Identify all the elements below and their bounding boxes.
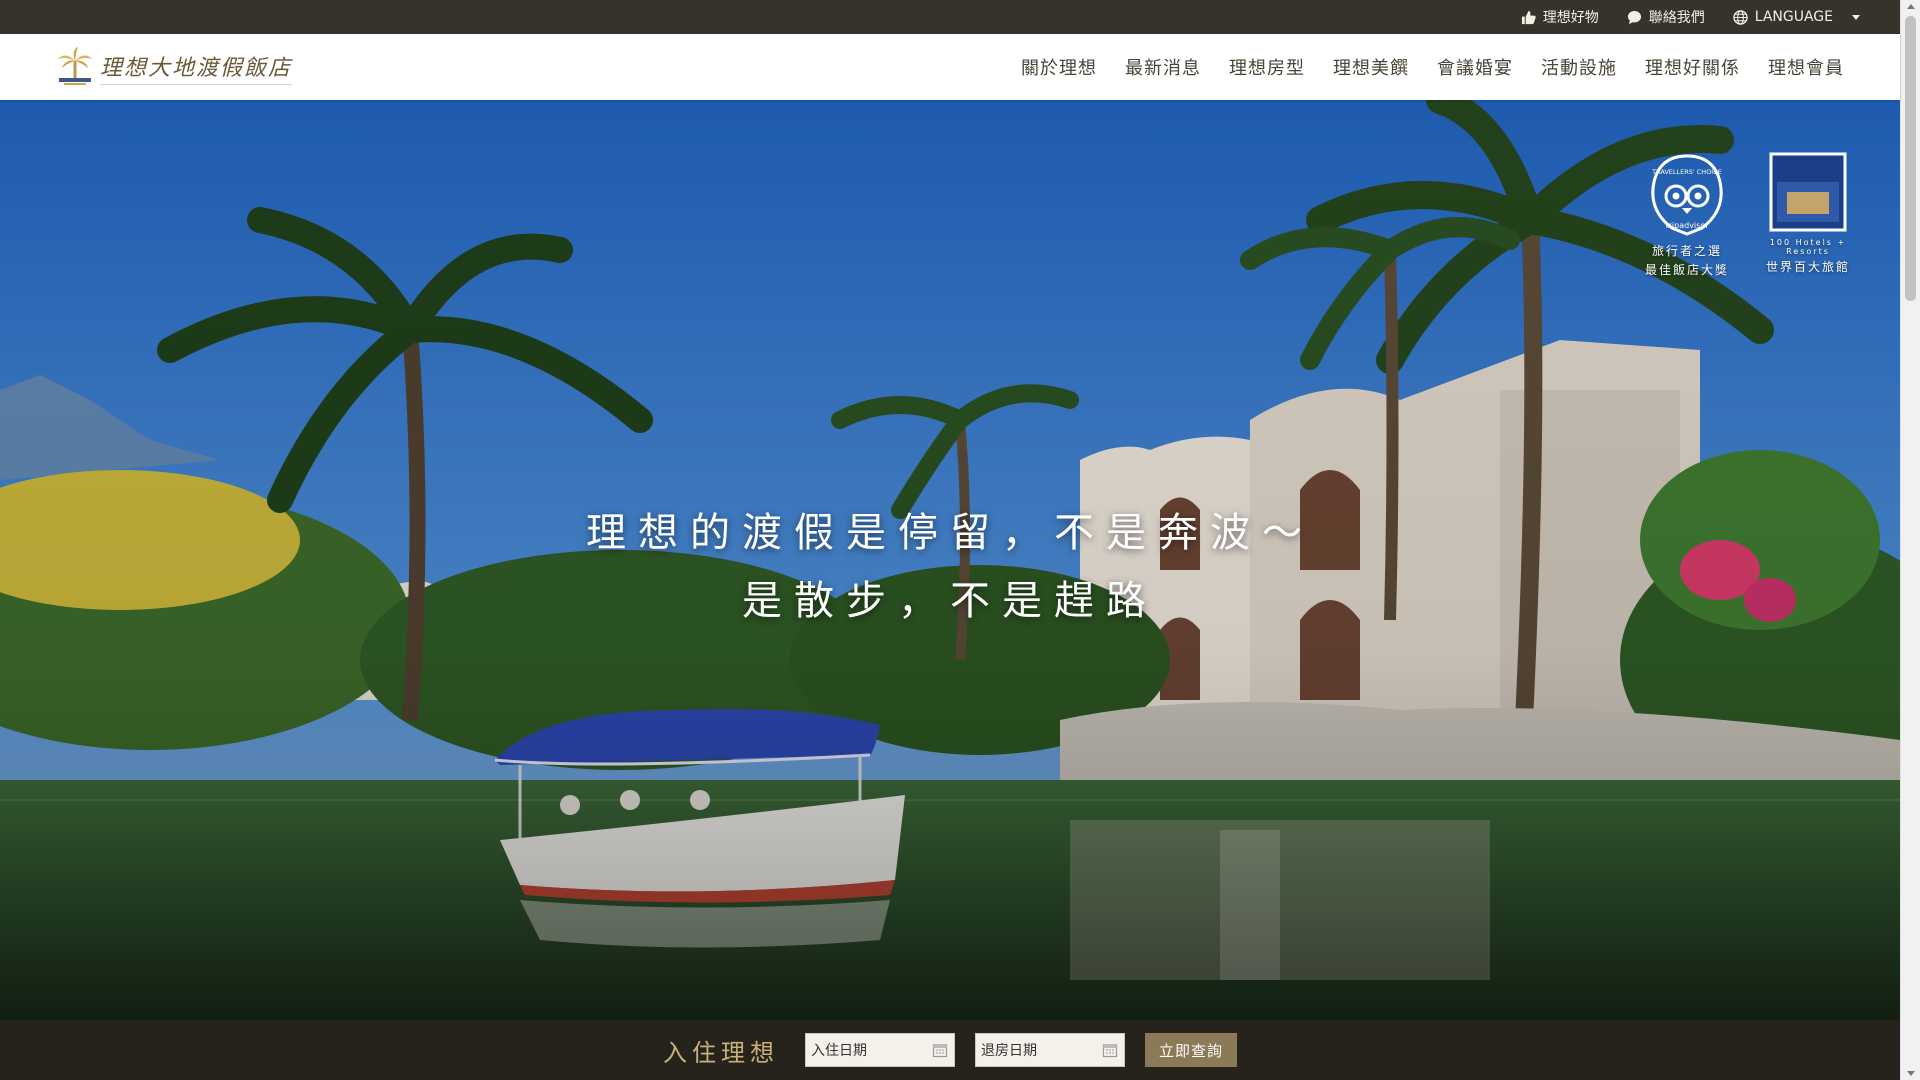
logo-text: 理想大地渡假飯店	[100, 50, 293, 85]
main-nav: 關於理想 最新消息 理想房型 理想美饌 會議婚宴 活動設施 理想好關係 理想會員	[1007, 54, 1858, 80]
booking-bar: 入住理想 入住日期 退房日期 立即查詢	[0, 1020, 1900, 1080]
award-caption: 世界百大旅館	[1765, 260, 1850, 274]
palm-logo-icon	[58, 47, 92, 85]
search-availability-button[interactable]: 立即查詢	[1144, 1033, 1237, 1067]
award-caption-line1: 旅行者之選	[1651, 244, 1722, 258]
nav-meetings-weddings[interactable]: 會議婚宴	[1423, 54, 1527, 80]
contact-link[interactable]: 聯絡我們	[1627, 7, 1705, 27]
booking-title: 入住理想	[662, 1038, 779, 1067]
hero-tagline-line2: 是散步，不是趕路	[742, 578, 1158, 624]
scroll-down-arrow-icon[interactable]	[1907, 1071, 1915, 1076]
nav-news[interactable]: 最新消息	[1111, 54, 1215, 80]
site-logo[interactable]: 理想大地渡假飯店	[56, 47, 293, 87]
calendar-icon	[1102, 1044, 1118, 1058]
utility-bar: 理想好物 聯絡我們 LANGUAGE	[0, 0, 1900, 34]
top-100-hotels-award[interactable]: 100 Hotels + Resorts 世界百大旅館	[1753, 152, 1863, 275]
language-dropdown[interactable]: LANGUAGE	[1732, 9, 1860, 25]
shop-link-label: 理想好物	[1542, 10, 1599, 26]
checkin-placeholder: 入住日期	[810, 1043, 867, 1059]
scrollbar-thumb[interactable]	[1905, 16, 1916, 301]
nav-partners[interactable]: 理想好關係	[1631, 54, 1754, 80]
chat-bubble-icon	[1627, 10, 1641, 24]
hero-banner: 理想的渡假是停留，不是奔波～ 是散步，不是趕路 TRAVELLERS' CHOI…	[0, 100, 1900, 1020]
scroll-up-arrow-icon[interactable]	[1907, 4, 1915, 9]
travellers-choice-award[interactable]: TRAVELLERS' CHOICE tripadvisor 旅行者之選 最佳飯…	[1632, 152, 1742, 278]
contact-link-label: 聯絡我們	[1648, 10, 1705, 26]
top-100-book-badge-icon	[1769, 152, 1847, 232]
hero-tagline-line1: 理想的渡假是停留，不是奔波～	[586, 510, 1314, 556]
checkin-date-field[interactable]: 入住日期	[804, 1033, 955, 1067]
nav-dining[interactable]: 理想美饌	[1319, 54, 1423, 80]
checkout-placeholder: 退房日期	[980, 1043, 1037, 1059]
calendar-icon	[932, 1044, 948, 1058]
language-label: LANGUAGE	[1754, 9, 1833, 25]
shop-link[interactable]: 理想好物	[1521, 7, 1599, 27]
nav-about[interactable]: 關於理想	[1007, 54, 1111, 80]
award-brand: tripadvisor	[1665, 221, 1709, 230]
main-header: 理想大地渡假飯店 關於理想 最新消息 理想房型 理想美饌 會議婚宴 活動設施 理…	[0, 34, 1900, 100]
nav-rooms[interactable]: 理想房型	[1215, 54, 1319, 80]
tripadvisor-owl-badge-icon: TRAVELLERS' CHOICE tripadvisor	[1651, 154, 1723, 236]
chevron-down-icon	[1852, 14, 1860, 20]
nav-facilities[interactable]: 活動設施	[1527, 54, 1631, 80]
award-badge-text: 100 Hotels + Resorts	[1769, 238, 1847, 256]
page-scrollbar[interactable]	[1900, 0, 1920, 1080]
thumbs-up-icon	[1521, 10, 1536, 24]
globe-icon	[1732, 9, 1748, 25]
nav-membership[interactable]: 理想會員	[1754, 54, 1858, 80]
checkout-date-field[interactable]: 退房日期	[974, 1033, 1125, 1067]
award-caption-line2: 最佳飯店大獎	[1644, 263, 1729, 277]
award-badge-text: TRAVELLERS' CHOICE	[1651, 168, 1722, 176]
hero-resort-image	[0, 100, 1900, 1020]
